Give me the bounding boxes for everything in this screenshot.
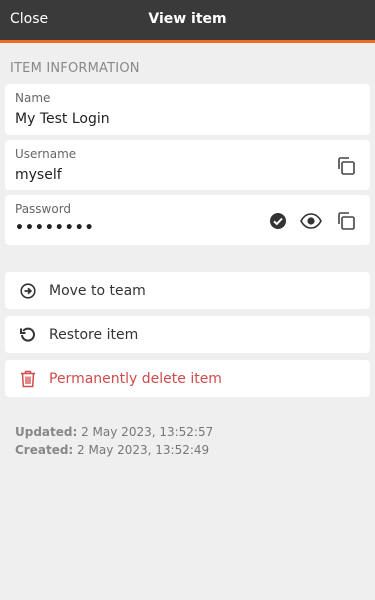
restore-icon [18, 325, 38, 345]
page-title: View item [148, 11, 227, 27]
copy-password-icon[interactable] [334, 209, 358, 233]
eye-icon[interactable] [299, 209, 323, 233]
copy-username-icon[interactable] [334, 154, 358, 178]
username-label: Username [15, 147, 77, 161]
username-value: myself [15, 167, 62, 183]
top-bar: Close View item [0, 0, 375, 43]
created-timestamp: Created: 2 May 2023, 13:52:49 [15, 443, 209, 457]
updated-timestamp: Updated: 2 May 2023, 13:52:57 [15, 425, 213, 439]
created-value: 2 May 2023, 13:52:49 [73, 443, 210, 457]
username-field[interactable]: Username myself [5, 140, 370, 190]
updated-label: Updated: [15, 425, 78, 439]
updated-value: 2 May 2023, 13:52:57 [77, 425, 214, 439]
arrow-circle-right-icon [18, 281, 38, 301]
section-label: ITEM INFORMATION [10, 61, 140, 76]
restore-item-button[interactable]: Restore item [5, 316, 370, 353]
created-label: Created: [15, 443, 74, 457]
restore-item-label: Restore item [49, 326, 139, 343]
permanently-delete-button[interactable]: Permanently delete item [5, 360, 370, 397]
check-icon[interactable] [266, 209, 290, 233]
trash-icon [18, 369, 38, 389]
name-label: Name [15, 91, 51, 105]
password-label: Password [15, 202, 72, 216]
move-to-team-button[interactable]: Move to team [5, 272, 370, 309]
password-field[interactable]: Password •••••••• [5, 195, 370, 245]
move-to-team-label: Move to team [49, 282, 146, 299]
password-value: •••••••• [15, 220, 95, 236]
permanently-delete-label: Permanently delete item [49, 370, 222, 387]
name-value: My Test Login [15, 111, 110, 127]
name-field[interactable]: Name My Test Login [5, 84, 370, 135]
